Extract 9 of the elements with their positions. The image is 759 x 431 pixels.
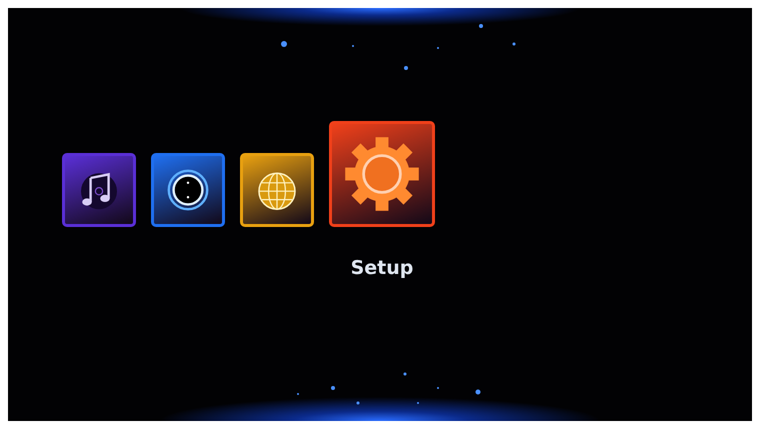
music-tile[interactable]	[62, 153, 136, 227]
video-tile[interactable]	[151, 153, 225, 227]
globe-icon	[258, 172, 296, 210]
lens-icon	[168, 170, 208, 210]
setup-tile[interactable]	[329, 121, 435, 227]
gear-icon	[345, 137, 419, 211]
menu-label: Setup	[350, 257, 414, 279]
internet-tile[interactable]	[240, 153, 314, 227]
music-note-icon	[81, 172, 117, 210]
